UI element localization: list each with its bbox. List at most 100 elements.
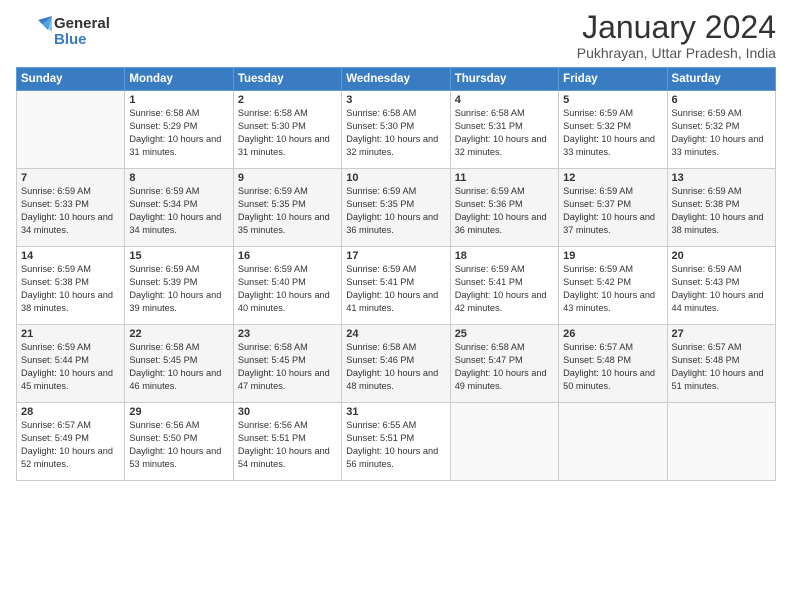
day-info: Sunrise: 6:57 AMSunset: 5:48 PMDaylight:… xyxy=(672,342,764,391)
page: General Blue January 2024 Pukhrayan, Utt… xyxy=(0,0,792,491)
week-row-1: 1 Sunrise: 6:58 AMSunset: 5:29 PMDayligh… xyxy=(17,91,776,169)
day-cell: 2 Sunrise: 6:58 AMSunset: 5:30 PMDayligh… xyxy=(233,91,341,169)
day-cell: 24 Sunrise: 6:58 AMSunset: 5:46 PMDaylig… xyxy=(342,325,450,403)
day-number: 11 xyxy=(455,172,554,184)
logo-blue: Blue xyxy=(54,32,110,49)
day-cell: 16 Sunrise: 6:59 AMSunset: 5:40 PMDaylig… xyxy=(233,247,341,325)
day-info: Sunrise: 6:58 AMSunset: 5:45 PMDaylight:… xyxy=(129,342,221,391)
day-cell: 30 Sunrise: 6:56 AMSunset: 5:51 PMDaylig… xyxy=(233,403,341,481)
day-cell: 12 Sunrise: 6:59 AMSunset: 5:37 PMDaylig… xyxy=(559,169,667,247)
day-number: 23 xyxy=(238,328,337,340)
day-number: 25 xyxy=(455,328,554,340)
day-info: Sunrise: 6:56 AMSunset: 5:51 PMDaylight:… xyxy=(238,420,330,469)
col-header-sunday: Sunday xyxy=(17,68,125,91)
location: Pukhrayan, Uttar Pradesh, India xyxy=(577,45,776,61)
day-cell: 27 Sunrise: 6:57 AMSunset: 5:48 PMDaylig… xyxy=(667,325,775,403)
day-info: Sunrise: 6:59 AMSunset: 5:40 PMDaylight:… xyxy=(238,264,330,313)
day-number: 31 xyxy=(346,406,445,418)
day-info: Sunrise: 6:58 AMSunset: 5:31 PMDaylight:… xyxy=(455,108,547,157)
logo-svg xyxy=(16,14,52,50)
day-info: Sunrise: 6:55 AMSunset: 5:51 PMDaylight:… xyxy=(346,420,438,469)
week-row-2: 7 Sunrise: 6:59 AMSunset: 5:33 PMDayligh… xyxy=(17,169,776,247)
logo-general: General xyxy=(54,16,110,33)
day-info: Sunrise: 6:58 AMSunset: 5:47 PMDaylight:… xyxy=(455,342,547,391)
day-info: Sunrise: 6:59 AMSunset: 5:35 PMDaylight:… xyxy=(346,186,438,235)
month-title: January 2024 xyxy=(577,10,776,45)
day-cell: 11 Sunrise: 6:59 AMSunset: 5:36 PMDaylig… xyxy=(450,169,558,247)
day-number: 28 xyxy=(21,406,120,418)
day-number: 16 xyxy=(238,250,337,262)
day-cell: 10 Sunrise: 6:59 AMSunset: 5:35 PMDaylig… xyxy=(342,169,450,247)
day-cell: 8 Sunrise: 6:59 AMSunset: 5:34 PMDayligh… xyxy=(125,169,233,247)
week-row-5: 28 Sunrise: 6:57 AMSunset: 5:49 PMDaylig… xyxy=(17,403,776,481)
day-cell: 7 Sunrise: 6:59 AMSunset: 5:33 PMDayligh… xyxy=(17,169,125,247)
day-number: 15 xyxy=(129,250,228,262)
day-cell xyxy=(667,403,775,481)
col-header-monday: Monday xyxy=(125,68,233,91)
day-number: 3 xyxy=(346,94,445,106)
day-info: Sunrise: 6:59 AMSunset: 5:38 PMDaylight:… xyxy=(21,264,113,313)
day-cell: 15 Sunrise: 6:59 AMSunset: 5:39 PMDaylig… xyxy=(125,247,233,325)
day-cell xyxy=(450,403,558,481)
day-info: Sunrise: 6:59 AMSunset: 5:41 PMDaylight:… xyxy=(455,264,547,313)
day-number: 21 xyxy=(21,328,120,340)
day-cell: 17 Sunrise: 6:59 AMSunset: 5:41 PMDaylig… xyxy=(342,247,450,325)
day-info: Sunrise: 6:59 AMSunset: 5:36 PMDaylight:… xyxy=(455,186,547,235)
day-cell: 29 Sunrise: 6:56 AMSunset: 5:50 PMDaylig… xyxy=(125,403,233,481)
day-number: 2 xyxy=(238,94,337,106)
day-cell: 14 Sunrise: 6:59 AMSunset: 5:38 PMDaylig… xyxy=(17,247,125,325)
day-cell: 1 Sunrise: 6:58 AMSunset: 5:29 PMDayligh… xyxy=(125,91,233,169)
day-cell: 18 Sunrise: 6:59 AMSunset: 5:41 PMDaylig… xyxy=(450,247,558,325)
day-number: 18 xyxy=(455,250,554,262)
day-number: 1 xyxy=(129,94,228,106)
day-info: Sunrise: 6:59 AMSunset: 5:35 PMDaylight:… xyxy=(238,186,330,235)
day-number: 14 xyxy=(21,250,120,262)
day-cell: 23 Sunrise: 6:58 AMSunset: 5:45 PMDaylig… xyxy=(233,325,341,403)
col-header-friday: Friday xyxy=(559,68,667,91)
day-cell: 26 Sunrise: 6:57 AMSunset: 5:48 PMDaylig… xyxy=(559,325,667,403)
day-cell: 13 Sunrise: 6:59 AMSunset: 5:38 PMDaylig… xyxy=(667,169,775,247)
day-info: Sunrise: 6:59 AMSunset: 5:32 PMDaylight:… xyxy=(563,108,655,157)
day-cell: 6 Sunrise: 6:59 AMSunset: 5:32 PMDayligh… xyxy=(667,91,775,169)
day-info: Sunrise: 6:59 AMSunset: 5:39 PMDaylight:… xyxy=(129,264,221,313)
day-number: 27 xyxy=(672,328,771,340)
day-number: 5 xyxy=(563,94,662,106)
day-number: 26 xyxy=(563,328,662,340)
day-cell: 5 Sunrise: 6:59 AMSunset: 5:32 PMDayligh… xyxy=(559,91,667,169)
day-info: Sunrise: 6:59 AMSunset: 5:33 PMDaylight:… xyxy=(21,186,113,235)
col-header-thursday: Thursday xyxy=(450,68,558,91)
day-info: Sunrise: 6:57 AMSunset: 5:49 PMDaylight:… xyxy=(21,420,113,469)
day-number: 12 xyxy=(563,172,662,184)
day-number: 10 xyxy=(346,172,445,184)
day-number: 8 xyxy=(129,172,228,184)
day-info: Sunrise: 6:59 AMSunset: 5:43 PMDaylight:… xyxy=(672,264,764,313)
day-info: Sunrise: 6:57 AMSunset: 5:48 PMDaylight:… xyxy=(563,342,655,391)
day-info: Sunrise: 6:56 AMSunset: 5:50 PMDaylight:… xyxy=(129,420,221,469)
day-cell xyxy=(559,403,667,481)
week-row-3: 14 Sunrise: 6:59 AMSunset: 5:38 PMDaylig… xyxy=(17,247,776,325)
day-info: Sunrise: 6:58 AMSunset: 5:30 PMDaylight:… xyxy=(346,108,438,157)
day-number: 22 xyxy=(129,328,228,340)
day-cell: 31 Sunrise: 6:55 AMSunset: 5:51 PMDaylig… xyxy=(342,403,450,481)
day-info: Sunrise: 6:58 AMSunset: 5:30 PMDaylight:… xyxy=(238,108,330,157)
day-cell: 25 Sunrise: 6:58 AMSunset: 5:47 PMDaylig… xyxy=(450,325,558,403)
day-number: 6 xyxy=(672,94,771,106)
day-number: 30 xyxy=(238,406,337,418)
day-info: Sunrise: 6:59 AMSunset: 5:42 PMDaylight:… xyxy=(563,264,655,313)
day-cell xyxy=(17,91,125,169)
day-number: 17 xyxy=(346,250,445,262)
header-row: SundayMondayTuesdayWednesdayThursdayFrid… xyxy=(17,68,776,91)
day-info: Sunrise: 6:58 AMSunset: 5:45 PMDaylight:… xyxy=(238,342,330,391)
calendar-table: SundayMondayTuesdayWednesdayThursdayFrid… xyxy=(16,67,776,481)
day-info: Sunrise: 6:59 AMSunset: 5:34 PMDaylight:… xyxy=(129,186,221,235)
day-info: Sunrise: 6:59 AMSunset: 5:38 PMDaylight:… xyxy=(672,186,764,235)
week-row-4: 21 Sunrise: 6:59 AMSunset: 5:44 PMDaylig… xyxy=(17,325,776,403)
day-number: 7 xyxy=(21,172,120,184)
day-info: Sunrise: 6:59 AMSunset: 5:37 PMDaylight:… xyxy=(563,186,655,235)
day-cell: 20 Sunrise: 6:59 AMSunset: 5:43 PMDaylig… xyxy=(667,247,775,325)
day-info: Sunrise: 6:58 AMSunset: 5:29 PMDaylight:… xyxy=(129,108,221,157)
day-info: Sunrise: 6:59 AMSunset: 5:41 PMDaylight:… xyxy=(346,264,438,313)
col-header-saturday: Saturday xyxy=(667,68,775,91)
day-info: Sunrise: 6:59 AMSunset: 5:32 PMDaylight:… xyxy=(672,108,764,157)
logo: General Blue xyxy=(16,14,110,50)
